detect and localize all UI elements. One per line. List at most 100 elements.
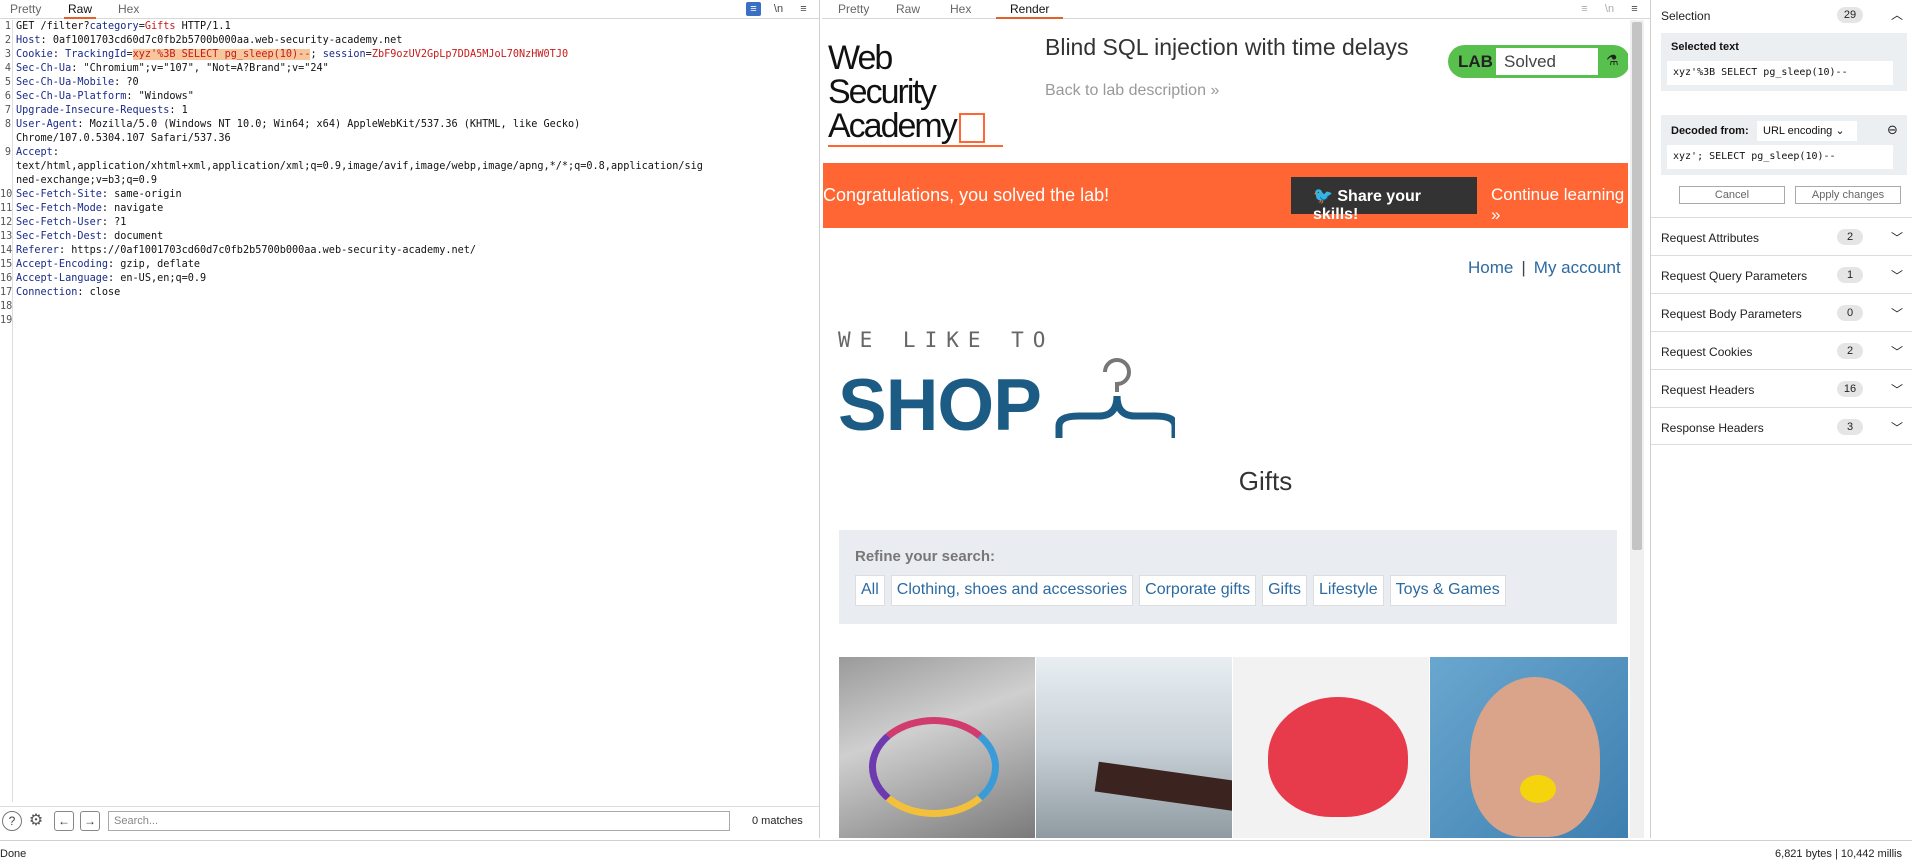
section-request-headers[interactable]: Request Headers 16 ﹀ [1651, 369, 1912, 407]
flask-icon: ⚗ [1606, 52, 1619, 68]
line-number-blank [0, 160, 12, 174]
cancel-button[interactable]: Cancel [1679, 186, 1785, 204]
selection-header[interactable]: Selection 29 ︿ [1651, 0, 1912, 29]
newline-icon[interactable]: \n [771, 2, 786, 16]
response-stats: 6,821 bytes | 10,442 millis [1775, 848, 1902, 860]
line-number-gutter: 1 2 3 4 5 6 7 8 9 10 11 12 13 14 15 16 1… [0, 20, 13, 802]
line-number: 9 [4, 147, 11, 158]
line-number: 19 [0, 315, 13, 326]
apply-changes-button[interactable]: Apply changes [1795, 186, 1901, 204]
menu-icon[interactable]: ≡ [796, 2, 811, 16]
category-filters: All Clothing, shoes and accessories Corp… [855, 575, 1506, 606]
request-line: Accept-Language: en-US,en;q=0.9 [16, 273, 207, 284]
status-bar: Done 6,821 bytes | 10,442 millis [0, 840, 1912, 865]
line-number-blank [0, 174, 12, 188]
chevron-down-icon: ﹀ [1891, 421, 1904, 435]
back-to-lab-link[interactable]: Back to lab description » [1045, 82, 1219, 100]
menu-icon[interactable]: ≡ [1627, 2, 1642, 16]
refine-search-panel: Refine your search: All Clothing, shoes … [839, 530, 1617, 624]
product-image-bike[interactable] [839, 657, 1035, 838]
product-image-lemon-face[interactable] [1430, 657, 1628, 838]
help-icon[interactable]: ? [2, 810, 22, 831]
lab-label: LAB [1458, 52, 1493, 71]
line-number: 12 [0, 217, 13, 228]
web-security-academy-logo[interactable]: Web Security Academy [828, 41, 1003, 148]
selected-text-value[interactable]: xyz'%3B SELECT pg_sleep(10)-- [1667, 61, 1893, 85]
request-line-continuation: text/html,application/xhtml+xml,applicat… [16, 161, 703, 172]
request-line: Accept-Encoding: gzip, deflate [16, 259, 201, 270]
selected-payload[interactable]: xyz'%3B SELECT pg_sleep(10)-- [132, 49, 311, 60]
next-match-button[interactable]: → [80, 810, 100, 831]
tab-raw[interactable]: Raw [892, 2, 924, 19]
line-number: 1 [4, 21, 11, 32]
request-line: Sec-Fetch-Dest: document [16, 231, 164, 242]
selected-text-box: Selected text xyz'%3B SELECT pg_sleep(10… [1661, 33, 1907, 91]
previous-match-button[interactable]: ← [54, 810, 74, 831]
wrap-icon[interactable]: ≡ [1577, 2, 1592, 16]
tab-pretty[interactable]: Pretty [6, 2, 45, 19]
product-image-train[interactable] [1036, 657, 1232, 838]
line-number: 6 [4, 91, 11, 102]
request-line: Sec-Ch-Ua-Mobile: ?0 [16, 77, 139, 88]
filter-toys-games[interactable]: Toys & Games [1389, 575, 1506, 606]
filter-gifts[interactable]: Gifts [1262, 575, 1307, 606]
share-skills-button[interactable]: 🐦 Share your skills! [1291, 177, 1477, 223]
request-line: Referer: https://0af1001703cd60d7c0fb2b5… [16, 245, 477, 256]
section-response-headers[interactable]: Response Headers 3 ﹀ [1651, 407, 1912, 445]
request-text[interactable]: GET /filter?category=Gifts HTTP/1.1 Host… [16, 20, 815, 300]
tab-raw[interactable]: Raw [64, 2, 97, 19]
nav-separator: | [1521, 258, 1526, 277]
section-request-attributes[interactable]: Request Attributes 2 ﹀ [1651, 217, 1912, 255]
request-line: Sec-Fetch-Mode: navigate [16, 203, 164, 214]
request-editor[interactable]: 1 2 3 4 5 6 7 8 9 10 11 12 13 14 15 16 1… [0, 20, 819, 802]
tab-hex[interactable]: Hex [946, 2, 975, 19]
congrats-text: Congratulations, you solved the lab! [823, 185, 1110, 205]
tab-hex[interactable]: Hex [114, 2, 143, 19]
filter-all[interactable]: All [855, 575, 885, 606]
request-line: User-Agent: Mozilla/5.0 (Windows NT 10.0… [16, 119, 581, 130]
gear-icon[interactable]: ⚙ [26, 811, 46, 831]
response-pane: Pretty Raw Hex Render ≡ \n ≡ Web Securit… [822, 0, 1650, 838]
response-toolbar: ≡ \n ≡ [1577, 0, 1642, 18]
decode-settings-icon[interactable]: ⊖ [1887, 122, 1898, 138]
request-line: Connection: close [16, 287, 121, 298]
section-request-cookies[interactable]: Request Cookies 2 ﹀ [1651, 331, 1912, 369]
filter-lifestyle[interactable]: Lifestyle [1312, 575, 1384, 606]
line-number: 4 [4, 63, 11, 74]
line-number: 16 [0, 273, 13, 284]
newline-icon[interactable]: \n [1602, 2, 1617, 16]
chevron-down-icon: ﹀ [1891, 269, 1904, 283]
decoded-value[interactable]: xyz'; SELECT pg_sleep(10)-- [1667, 145, 1893, 169]
line-number: 15 [0, 259, 13, 270]
line-number: 8 [4, 119, 11, 130]
request-line: Accept: [16, 147, 59, 158]
section-request-query-parameters[interactable]: Request Query Parameters 1 ﹀ [1651, 255, 1912, 293]
solved-banner: Congratulations, you solved the lab! 🐦 S… [823, 163, 1628, 228]
nav-my-account-link[interactable]: My account [1534, 258, 1621, 277]
chevron-down-icon: ﹀ [1891, 383, 1904, 397]
search-input[interactable]: Search... [108, 810, 730, 831]
section-request-body-parameters[interactable]: Request Body Parameters 0 ﹀ [1651, 293, 1912, 331]
hanger-icon [1055, 358, 1175, 438]
render-scrollbar[interactable] [1630, 20, 1644, 838]
inspector-pane: Selection 29 ︿ Selected text xyz'%3B SEL… [1650, 0, 1912, 838]
chevron-up-icon[interactable]: ︿ [1891, 6, 1903, 23]
filter-clothing[interactable]: Clothing, shoes and accessories [890, 575, 1134, 606]
decoded-from-label: Decoded from: [1671, 125, 1749, 137]
continue-learning-link[interactable]: Continue learning » [1491, 185, 1628, 225]
line-number-blank [0, 132, 12, 146]
line-number: 2 [4, 35, 11, 46]
request-line: Cookie: TrackingId=xyz'%3B SELECT pg_sle… [16, 49, 569, 60]
chevron-down-icon: ﹀ [1891, 345, 1904, 359]
tab-render[interactable]: Render [996, 2, 1064, 19]
filter-corporate-gifts[interactable]: Corporate gifts [1139, 575, 1257, 606]
nav-home-link[interactable]: Home [1468, 258, 1513, 277]
chevron-down-icon: ⌄ [1835, 125, 1845, 137]
request-line: Sec-Fetch-User: ?1 [16, 217, 127, 228]
decoding-select[interactable]: URL encoding ⌄ [1757, 121, 1857, 141]
product-image-umbrella[interactable] [1233, 657, 1429, 838]
wrap-icon[interactable]: ≡ [746, 2, 761, 16]
request-line: Upgrade-Insecure-Requests: 1 [16, 105, 188, 116]
tab-pretty[interactable]: Pretty [834, 2, 873, 19]
scrollbar-thumb[interactable] [1632, 22, 1642, 550]
